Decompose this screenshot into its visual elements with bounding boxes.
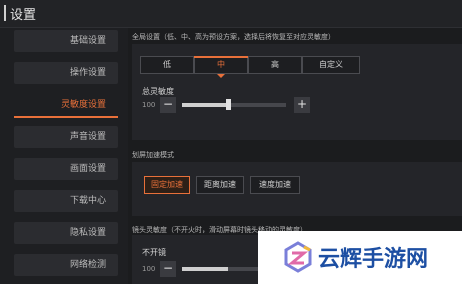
preset-active-marker bbox=[194, 56, 248, 58]
accel-distance[interactable]: 距离加速 bbox=[196, 176, 244, 194]
total-sensitivity-value: 100 bbox=[142, 101, 156, 109]
total-slider-thumb[interactable] bbox=[226, 99, 231, 110]
no-scope-decrease-button[interactable]: − bbox=[160, 261, 176, 277]
watermark-text: 云辉手游网 bbox=[318, 247, 429, 272]
accel-fixed[interactable]: 固定加速 bbox=[144, 176, 190, 194]
sidebar: 基础设置 操作设置 灵敏度设置 声音设置 画面设置 下载中心 隐私设置 网络检测 bbox=[0, 28, 128, 284]
caret-down-icon bbox=[217, 74, 225, 78]
preset-mid[interactable]: 中 bbox=[194, 56, 248, 74]
title-bar-accent bbox=[4, 5, 6, 21]
sidebar-item-downloads[interactable]: 下载中心 bbox=[14, 190, 118, 212]
preset-custom[interactable]: 自定义 bbox=[302, 56, 360, 74]
watermark: 云辉手游网 bbox=[258, 231, 462, 284]
preset-high[interactable]: 高 bbox=[248, 56, 302, 74]
page-title: 设置 bbox=[10, 8, 37, 23]
no-scope-slider-fill bbox=[182, 267, 228, 271]
total-slider-fill bbox=[182, 103, 228, 107]
sidebar-item-sensitivity[interactable]: 灵敏度设置 bbox=[14, 94, 118, 118]
sidebar-item-network[interactable]: 网络检测 bbox=[14, 254, 118, 276]
preset-low[interactable]: 低 bbox=[140, 56, 194, 74]
watermark-logo-icon bbox=[284, 241, 312, 273]
sidebar-item-graphics[interactable]: 画面设置 bbox=[14, 158, 118, 180]
no-scope-value: 100 bbox=[142, 265, 156, 273]
sidebar-item-controls[interactable]: 操作设置 bbox=[14, 62, 118, 84]
slide-accel-label: 划屏加速模式 bbox=[132, 151, 174, 159]
no-scope-label: 不开镜 bbox=[142, 248, 166, 257]
total-sensitivity-label: 总灵敏度 bbox=[142, 87, 174, 96]
total-increase-button[interactable]: + bbox=[294, 97, 310, 113]
global-settings-label: 全局设置（低、中、高为预设方案，选择后将恢复至对应灵敏度） bbox=[132, 33, 335, 41]
sidebar-item-sound[interactable]: 声音设置 bbox=[14, 126, 118, 148]
top-header: 设置 bbox=[0, 0, 462, 28]
sidebar-item-privacy[interactable]: 隐私设置 bbox=[14, 222, 118, 244]
total-decrease-button[interactable]: − bbox=[160, 97, 176, 113]
accel-speed[interactable]: 速度加速 bbox=[250, 176, 300, 194]
lens-sensitivity-panel bbox=[132, 235, 258, 284]
sidebar-item-basic[interactable]: 基础设置 bbox=[14, 30, 118, 52]
